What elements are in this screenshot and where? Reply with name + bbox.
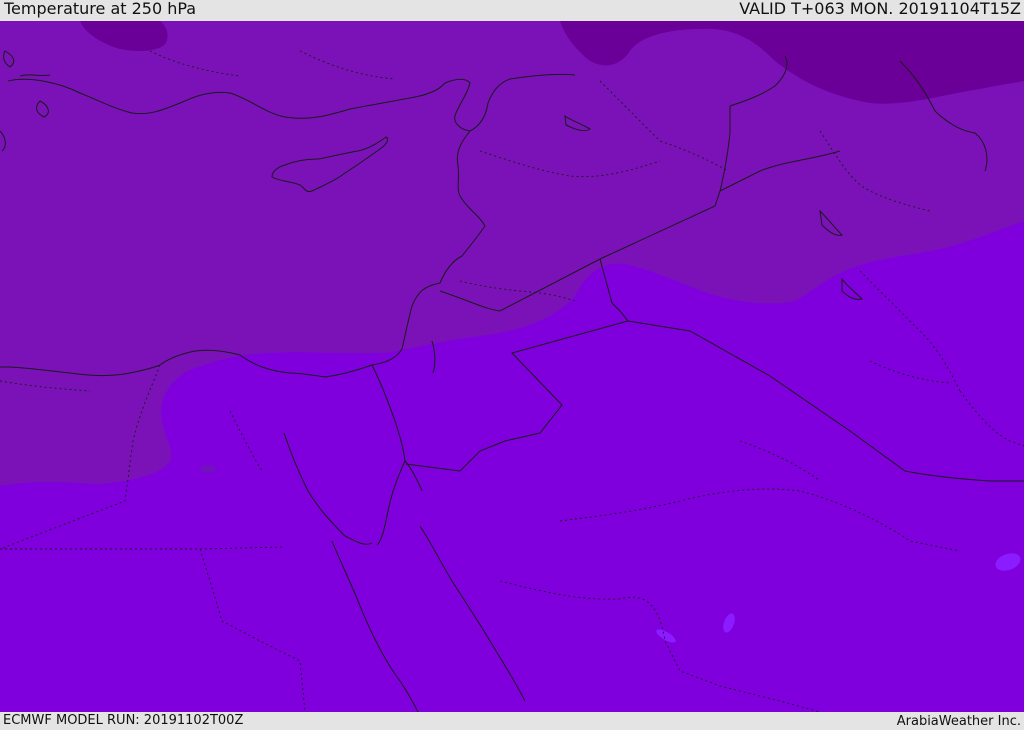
cool-patch — [200, 465, 216, 473]
header-bar: Temperature at 250 hPa VALID T+063 MON. … — [0, 0, 1024, 21]
weather-map — [0, 21, 1024, 712]
valid-time: VALID T+063 MON. 20191104T15Z — [739, 0, 1021, 18]
map-title: Temperature at 250 hPa — [4, 0, 197, 18]
map-canvas — [0, 21, 1024, 712]
credit-label: ArabiaWeather Inc. — [896, 714, 1021, 729]
footer-bar: ECMWF MODEL RUN: 20191102T00Z ArabiaWeat… — [0, 712, 1024, 729]
model-run-label: ECMWF MODEL RUN: 20191102T00Z — [3, 713, 244, 728]
